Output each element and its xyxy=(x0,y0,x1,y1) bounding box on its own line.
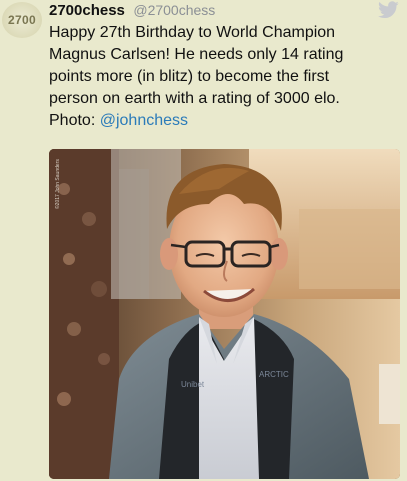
tweet-photo[interactable]: Unibet ARCTIC ©2017 John Saunders xyxy=(49,149,400,479)
avatar-text: 2700 xyxy=(8,13,36,27)
avatar[interactable]: 2700 xyxy=(2,2,42,38)
tweet-header: 2700chess @2700chess xyxy=(49,1,215,19)
twitter-bird-icon[interactable] xyxy=(378,1,399,19)
photo-illustration: Unibet ARCTIC ©2017 John Saunders xyxy=(49,149,400,479)
photo-credit-line: Photo: @johnchess xyxy=(49,110,401,132)
tweet-card: 2700 2700chess @2700chess Happy 27th Bir… xyxy=(0,0,407,481)
user-handle[interactable]: @2700chess xyxy=(133,2,215,18)
tweet-text-line: Magnus Carlsen! He needs only 14 rating xyxy=(49,46,344,63)
photo-watermark: ©2017 John Saunders xyxy=(54,159,61,209)
svg-text:ARCTIC: ARCTIC xyxy=(259,370,289,379)
tweet-text: Happy 27th Birthday to World Champion Ma… xyxy=(49,22,401,132)
svg-text:Unibet: Unibet xyxy=(181,380,205,389)
photo-label: Photo: xyxy=(49,112,96,129)
tweet-text-line: person on earth with a rating of 3000 el… xyxy=(49,90,340,107)
photo-credit-mention-link[interactable]: @johnchess xyxy=(100,112,188,129)
tweet-text-line: points more (in blitz) to become the fir… xyxy=(49,68,330,85)
tweet-text-line: Happy 27th Birthday to World Champion xyxy=(49,24,336,41)
display-name[interactable]: 2700chess xyxy=(49,2,125,19)
